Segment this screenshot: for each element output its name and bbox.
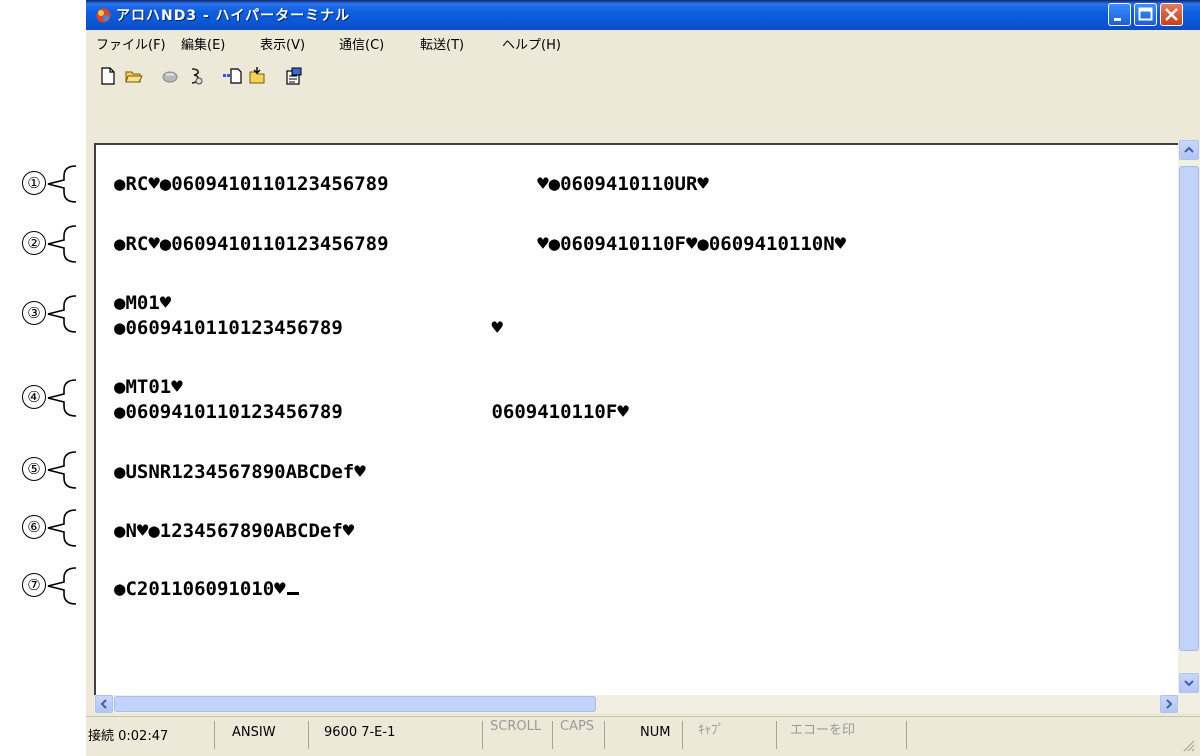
- terminal-line: ●RC♥●0609410110123456789 ♥●0609410110UR♥: [114, 173, 709, 195]
- menu-communication[interactable]: 通信(C): [339, 34, 384, 53]
- text-cursor: [286, 592, 299, 595]
- menu-file[interactable]: ファイル(F): [96, 34, 166, 53]
- vertical-scroll-thumb[interactable]: [1179, 166, 1199, 651]
- resize-grip-icon[interactable]: [1182, 739, 1196, 753]
- menu-edit[interactable]: 編集(E): [181, 34, 225, 53]
- annotation-2: ②: [0, 224, 84, 264]
- bracket-icon: [47, 567, 77, 605]
- annotation-4: ④: [0, 378, 84, 418]
- open-icon[interactable]: [124, 66, 144, 86]
- terminal-line: ●USNR1234567890ABCDef♥: [114, 461, 366, 483]
- annotation-number: ⑥: [22, 515, 46, 539]
- status-divider: [482, 721, 483, 749]
- terminal-area[interactable]: ●RC♥●0609410110123456789 ♥●0609410110UR♥…: [94, 143, 1200, 697]
- terminal-line: ●0609410110123456789 0609410110F♥: [114, 401, 629, 423]
- scroll-up-button[interactable]: [1179, 140, 1199, 160]
- status-divider: [682, 721, 683, 749]
- annotation-6: ⑥: [0, 508, 84, 548]
- menu-transfer[interactable]: 転送(T): [420, 34, 464, 53]
- menu-bar: ファイル(F) 編集(E) 表示(V) 通信(C) 転送(T) ヘルプ(H): [86, 30, 1200, 56]
- annotation-number: ⑤: [22, 457, 46, 481]
- terminal-last-line: ●C201106091010♥: [114, 577, 299, 602]
- status-divider: [552, 721, 553, 749]
- minimize-icon: [1114, 18, 1121, 21]
- new-icon[interactable]: [98, 66, 118, 86]
- terminal-line: ●N♥●1234567890ABCDef♥: [114, 520, 355, 542]
- chevron-left-icon: [100, 699, 107, 709]
- maximize-icon: [1138, 7, 1153, 21]
- terminal-line-text: ●C201106091010♥: [114, 578, 286, 600]
- chevron-down-icon: [1184, 680, 1194, 687]
- bracket-icon: [47, 509, 77, 547]
- annotation-number: ②: [22, 231, 46, 255]
- scroll-left-button[interactable]: [95, 695, 113, 713]
- terminal-text: ●RC♥●0609410110123456789 ♥●0609410110UR♥…: [114, 151, 1174, 691]
- terminal-line: ●RC♥●0609410110123456789 ♥●0609410110F♥●…: [114, 233, 847, 255]
- scroll-right-button[interactable]: [1160, 695, 1178, 713]
- status-divider: [214, 721, 215, 749]
- annotation-number: ③: [22, 301, 46, 325]
- annotation-3: ③: [0, 294, 84, 334]
- bracket-icon: [47, 225, 77, 263]
- bracket-icon: [47, 451, 77, 489]
- status-caps: CAPS: [560, 719, 595, 734]
- status-divider: [906, 721, 907, 749]
- status-divider: [776, 721, 777, 749]
- status-settings: 9600 7-E-1: [324, 725, 396, 740]
- status-echo: エコーを印: [790, 723, 856, 738]
- disconnect-icon[interactable]: [186, 66, 206, 86]
- bracket-icon: [47, 295, 77, 333]
- annotation-7: ⑦: [0, 566, 84, 606]
- annotation-number: ①: [22, 171, 46, 195]
- terminal-line: ●0609410110123456789 ♥: [114, 317, 503, 339]
- menu-help[interactable]: ヘルプ(H): [502, 34, 561, 53]
- window-title: アロハND3 - ハイパーターミナル: [116, 8, 351, 24]
- status-scroll: SCROLL: [490, 719, 542, 734]
- minimize-button[interactable]: [1108, 3, 1131, 26]
- status-divider: [604, 721, 605, 749]
- properties-icon[interactable]: [284, 66, 304, 86]
- menu-view[interactable]: 表示(V): [260, 34, 305, 53]
- connect-icon[interactable]: [160, 66, 180, 86]
- close-icon: [1165, 8, 1178, 21]
- horizontal-scroll-thumb[interactable]: [114, 696, 596, 712]
- chevron-up-icon: [1184, 146, 1194, 153]
- bracket-icon: [47, 379, 77, 417]
- chevron-right-icon: [1166, 699, 1173, 709]
- annotation-number: ⑦: [22, 573, 46, 597]
- horizontal-scrollbar[interactable]: [94, 695, 1200, 713]
- title-bar[interactable]: アロハND3 - ハイパーターミナル: [86, 0, 1200, 30]
- maximize-button[interactable]: [1134, 3, 1157, 26]
- status-emulation: ANSIW: [232, 725, 276, 740]
- hyperterminal-icon: [96, 8, 111, 23]
- terminal-line: ●MT01♥: [114, 376, 183, 398]
- status-connection: 接続 0:02:47: [88, 729, 169, 744]
- annotation-1: ①: [0, 164, 84, 204]
- toolbar: [86, 56, 1200, 94]
- annotation-5: ⑤: [0, 450, 84, 490]
- bracket-icon: [47, 165, 77, 203]
- receive-icon[interactable]: [248, 66, 268, 86]
- status-divider: [308, 721, 309, 749]
- terminal-line: ●M01♥: [114, 292, 172, 314]
- vertical-scrollbar[interactable]: [1178, 140, 1200, 695]
- scroll-down-button[interactable]: [1179, 673, 1199, 693]
- status-num: NUM: [640, 725, 671, 740]
- send-icon[interactable]: [222, 66, 242, 86]
- status-bar: 接続 0:02:47 ANSIW 9600 7-E-1 SCROLL CAPS …: [86, 716, 1200, 756]
- status-capture: ｷｬﾌﾟ: [698, 723, 724, 738]
- hyperterminal-window: アロハND3 - ハイパーターミナル ファイル(F) 編集(E) 表示(V) 通…: [86, 0, 1200, 756]
- close-button[interactable]: [1160, 3, 1183, 26]
- annotation-number: ④: [22, 385, 46, 409]
